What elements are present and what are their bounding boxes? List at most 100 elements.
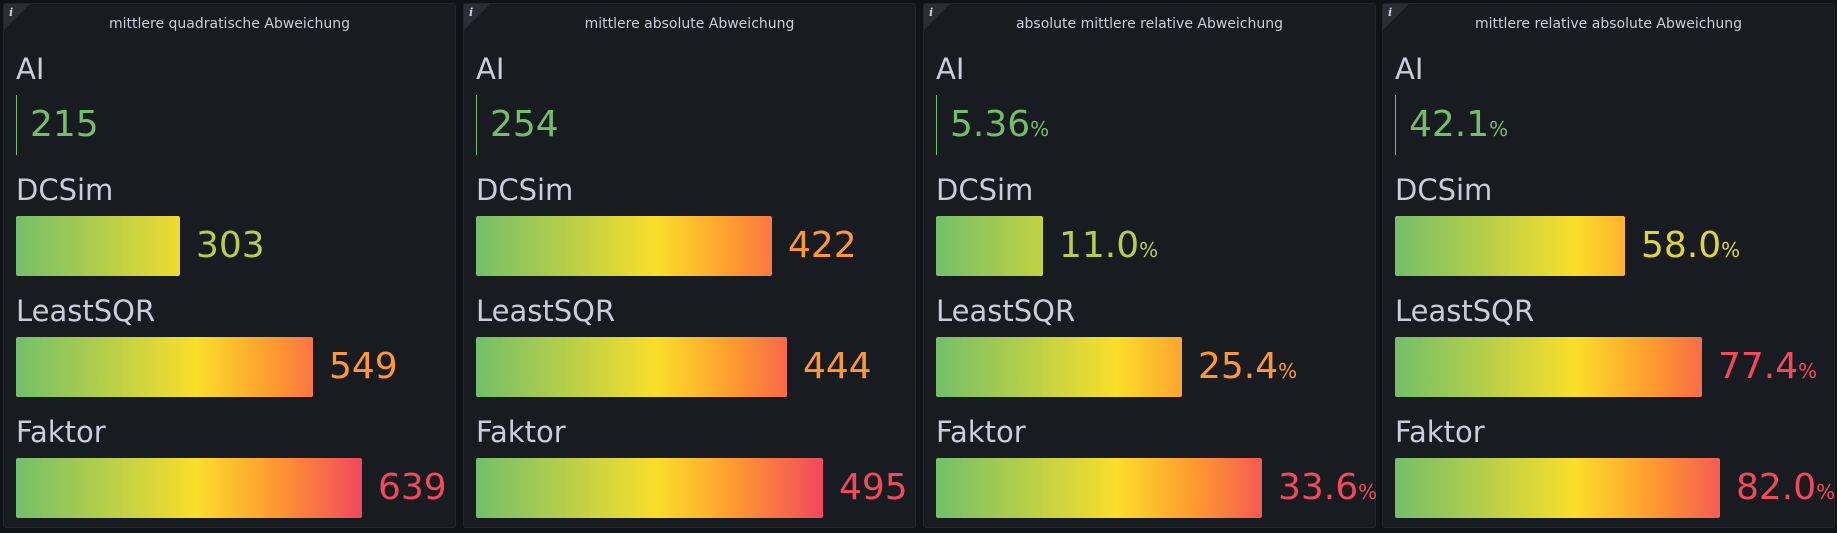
gauge-value: 5.36% — [950, 95, 1049, 159]
gauge-bar — [936, 216, 1043, 276]
gauge-bar — [936, 95, 937, 155]
gauge-row: LeastSQR 77.4% — [1383, 294, 1834, 401]
series-label: AI — [476, 52, 505, 86]
gauge-row: DCSim 422 — [464, 173, 915, 280]
gauge-row: Faktor 639 — [4, 415, 455, 522]
gauge-value: 11.0% — [1059, 216, 1158, 280]
value-number: 495 — [839, 467, 908, 508]
series-label: AI — [16, 52, 45, 86]
value-number: 303 — [196, 225, 265, 266]
series-label: DCSim — [936, 173, 1034, 207]
value-unit: % — [1816, 480, 1836, 504]
gauge-value: 215 — [30, 95, 99, 155]
gauge-value: 33.6% — [1278, 458, 1377, 522]
gauge-row: AI 5.36% — [924, 52, 1375, 159]
value-number: 58.0 — [1641, 225, 1722, 266]
series-label: LeastSQR — [936, 294, 1076, 328]
gauge-value: 549 — [329, 337, 398, 397]
gauge-bar — [1395, 337, 1702, 397]
value-unit: % — [1489, 117, 1509, 141]
gauge-bar — [16, 95, 17, 155]
gauge-value: 82.0% — [1736, 458, 1835, 522]
value-number: 422 — [788, 225, 857, 266]
gauge-value: 444 — [803, 337, 872, 397]
gauge-row: Faktor 82.0% — [1383, 415, 1835, 522]
panel-info-corner[interactable] — [924, 4, 950, 30]
value-number: 215 — [30, 104, 99, 145]
gauge-value: 42.1% — [1409, 95, 1508, 159]
stat-panel[interactable]: i mittlere absolute Abweichung AI 254 DCSim 4… — [463, 3, 916, 528]
panel-info-corner[interactable] — [1383, 4, 1409, 30]
value-unit: % — [1721, 238, 1741, 262]
info-icon[interactable]: i — [929, 7, 933, 19]
value-number: 25.4 — [1198, 346, 1279, 387]
gauge-row: Faktor 33.6% — [924, 415, 1377, 522]
value-number: 33.6 — [1278, 467, 1359, 508]
stat-panel[interactable]: i mittlere relative absolute Abweichung AI… — [1382, 3, 1835, 528]
info-icon[interactable]: i — [1388, 7, 1392, 19]
value-number: 77.4 — [1718, 346, 1799, 387]
value-number: 42.1 — [1409, 104, 1490, 145]
series-label: DCSim — [476, 173, 574, 207]
gauge-bar — [1395, 95, 1396, 155]
series-label: DCSim — [1395, 173, 1493, 207]
gauge-row: LeastSQR 549 — [4, 294, 455, 401]
panel-title[interactable]: absolute mittlere relative Abweichung — [954, 14, 1345, 34]
gauge-bar — [16, 458, 362, 518]
dashboard: i mittlere quadratische Abweichung AI 215 DC… — [0, 0, 1837, 533]
gauge-value: 422 — [788, 216, 857, 276]
gauge-row: DCSim 58.0% — [1383, 173, 1834, 280]
value-unit: % — [1798, 359, 1818, 383]
series-label: Faktor — [476, 415, 566, 449]
info-icon[interactable]: i — [469, 7, 473, 19]
series-label: DCSim — [16, 173, 114, 207]
gauge-bar — [936, 458, 1262, 518]
gauge-row: AI 215 — [4, 52, 455, 159]
gauge-value: 303 — [196, 216, 265, 276]
gauge-bar — [476, 337, 787, 397]
value-number: 444 — [803, 346, 872, 387]
value-number: 549 — [329, 346, 398, 387]
gauge-bar — [476, 458, 823, 518]
series-label: AI — [1395, 52, 1424, 86]
panel-title[interactable]: mittlere absolute Abweichung — [494, 14, 885, 34]
panel-info-corner[interactable] — [4, 4, 30, 30]
gauge-bar — [1395, 216, 1625, 276]
value-number: 5.36 — [950, 104, 1031, 145]
value-unit: % — [1358, 480, 1378, 504]
value-number: 82.0 — [1736, 467, 1817, 508]
gauge-value: 495 — [839, 458, 908, 518]
gauge-value: 254 — [490, 95, 559, 155]
panel-title[interactable]: mittlere relative absolute Abweichung — [1413, 14, 1804, 34]
gauge-bar — [16, 216, 180, 276]
series-label: AI — [936, 52, 965, 86]
gauge-bar — [476, 95, 477, 155]
panel-info-corner[interactable] — [464, 4, 490, 30]
gauge-row: AI 42.1% — [1383, 52, 1834, 159]
value-unit: % — [1030, 117, 1050, 141]
gauge-value: 25.4% — [1198, 337, 1297, 401]
panel-title[interactable]: mittlere quadratische Abweichung — [34, 14, 425, 34]
gauge-value: 77.4% — [1718, 337, 1817, 401]
gauge-bar — [16, 337, 313, 397]
stat-panel[interactable]: i mittlere quadratische Abweichung AI 215 DC… — [3, 3, 456, 528]
value-number: 11.0 — [1059, 225, 1140, 266]
gauge-row: LeastSQR 444 — [464, 294, 915, 401]
series-label: LeastSQR — [1395, 294, 1535, 328]
gauge-value: 58.0% — [1641, 216, 1740, 280]
info-icon[interactable]: i — [9, 7, 13, 19]
gauge-bar — [476, 216, 772, 276]
series-label: LeastSQR — [16, 294, 156, 328]
series-label: LeastSQR — [476, 294, 616, 328]
gauge-row: DCSim 303 — [4, 173, 455, 280]
stat-panel[interactable]: i absolute mittlere relative Abweichung AI… — [923, 3, 1377, 528]
value-number: 254 — [490, 104, 559, 145]
gauge-value: 639 — [378, 458, 447, 518]
series-label: Faktor — [1395, 415, 1485, 449]
gauge-row: AI 254 — [464, 52, 915, 159]
gauge-row: Faktor 495 — [464, 415, 915, 522]
value-unit: % — [1139, 238, 1159, 262]
series-label: Faktor — [936, 415, 1026, 449]
value-unit: % — [1278, 359, 1298, 383]
gauge-bar — [1395, 458, 1720, 518]
